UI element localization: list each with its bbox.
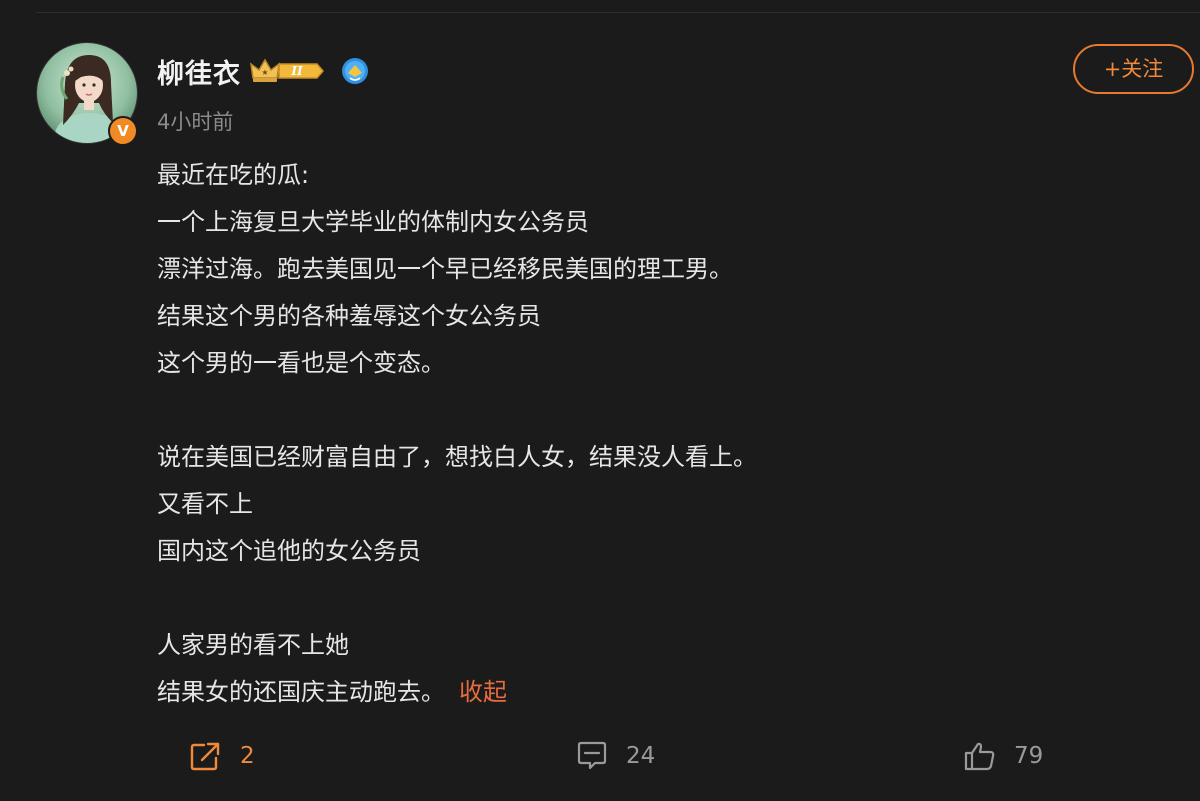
comment-button[interactable]: 24	[576, 734, 655, 778]
follow-button[interactable]: +关注	[1073, 44, 1194, 94]
collapse-link[interactable]: 收起	[459, 678, 507, 706]
thumbs-up-icon	[964, 742, 995, 771]
post-line: 漂洋过海。跑去美国见一个早已经移民美国的理工男。	[157, 255, 733, 283]
like-button[interactable]: 79	[964, 734, 1043, 778]
post-line: 国内这个追他的女公务员	[157, 537, 421, 565]
like-count: 79	[1014, 743, 1044, 769]
share-icon	[190, 742, 220, 771]
comment-count: 24	[626, 743, 656, 769]
post-line: 又看不上	[157, 490, 253, 518]
gold-member-icon[interactable]	[341, 56, 369, 86]
post-line-last: 结果女的还国庆主动跑去。 收起	[157, 669, 1157, 716]
post-line: 一个上海复旦大学毕业的体制内女公务员	[157, 208, 589, 236]
author-avatar[interactable]: V	[36, 42, 138, 146]
svg-text:★: ★	[261, 68, 268, 77]
vip-crown-badge-icon[interactable]: ★ II	[249, 56, 325, 86]
post-line: 最近在吃的瓜:	[157, 161, 310, 189]
post-line: 人家男的看不上她	[157, 631, 349, 659]
post-body: 最近在吃的瓜: 一个上海复旦大学毕业的体制内女公务员 漂洋过海。跑去美国见一个早…	[157, 152, 1157, 716]
verified-badge: V	[108, 116, 138, 146]
share-button[interactable]: 2	[190, 734, 255, 778]
member-level-text: II	[290, 64, 303, 78]
post-line: 说在美国已经财富自由了，想找白人女，结果没人看上。	[157, 443, 757, 471]
post-timestamp: 4小时前	[157, 110, 234, 134]
post-line: 结果这个男的各种羞辱这个女公务员	[157, 302, 541, 330]
top-divider	[36, 12, 1200, 13]
share-count: 2	[240, 743, 255, 769]
comment-icon	[577, 741, 607, 770]
post-line-blank	[157, 387, 1157, 434]
author-name[interactable]: 柳徍衣	[157, 52, 241, 91]
post-line: 这个男的一看也是个变态。	[157, 349, 445, 377]
post-line-text: 结果女的还国庆主动跑去。	[157, 678, 445, 706]
post-line-blank	[157, 575, 1157, 622]
